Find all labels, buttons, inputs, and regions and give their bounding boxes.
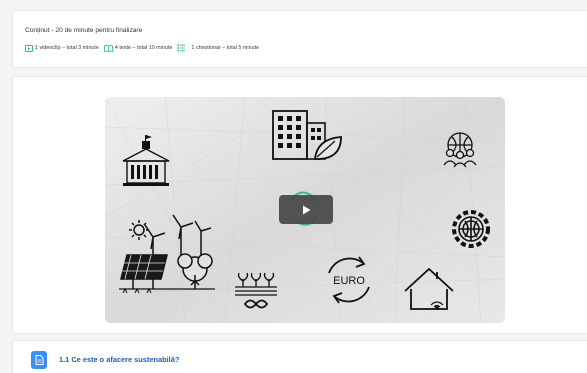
list-icon [177,44,186,52]
play-button[interactable] [279,195,333,224]
video-player[interactable]: EURO [105,97,505,323]
book-icon [103,44,113,52]
lesson-item[interactable]: 1.1 Ce este o afacere sustenabilă? [12,340,587,373]
video-clip-icon [25,44,33,52]
video-card: EURO [12,76,587,334]
video-count-text: 1 videoclip – total 3 minute [35,45,99,51]
lesson-title-link[interactable]: 1.1 Ce este o afacere sustenabilă? [59,355,179,364]
content-summary-card: Conținut - 20 de minute pentru finalizar… [12,10,587,68]
content-duration-title: Conținut - 20 de minute pentru finalizar… [25,27,143,34]
play-icon [303,205,311,214]
svg-text:EURO: EURO [333,275,365,287]
content-breakdown: 1 videoclip – total 3 minute 4 texte – t… [25,44,259,52]
quiz-count-text: 1 chestionar – total 5 minute [191,45,260,51]
document-icon [31,351,47,369]
text-count-text: 4 texte – total 10 minute [114,45,173,51]
